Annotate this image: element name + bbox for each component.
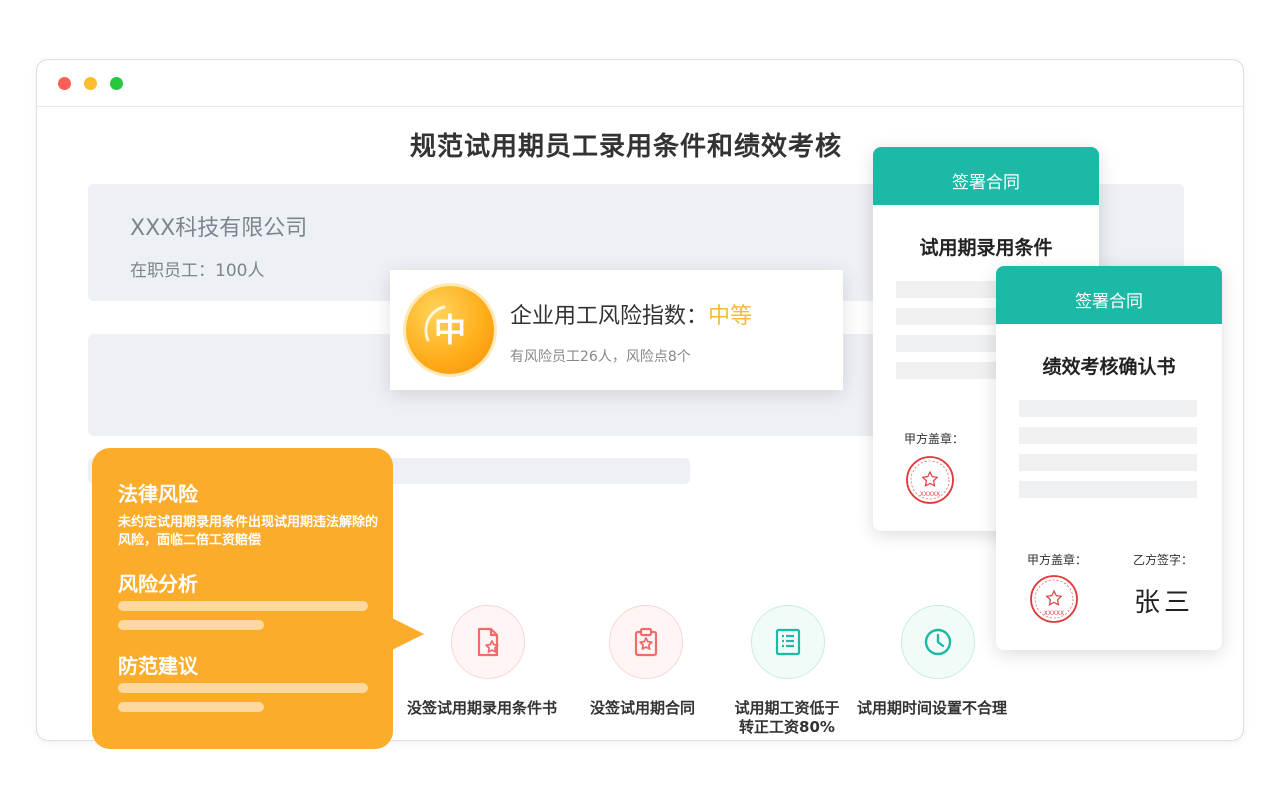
party-a-seal-label: 甲方盖章： <box>904 432 965 446</box>
seal-text: XXXXX <box>920 491 941 498</box>
window-titlebar <box>37 60 1243 107</box>
risk-index-label-text: 企业用工风险指数： <box>510 304 709 329</box>
placeholder-line <box>1019 481 1197 498</box>
placeholder-line <box>118 601 368 611</box>
risk-badge-text: 中 <box>433 311 466 349</box>
risk-analysis-title: 风险分析 <box>118 572 198 596</box>
placeholder-line <box>118 620 264 630</box>
company-seal-icon: XXXXX <box>1030 575 1078 623</box>
close-window-button[interactable] <box>58 77 71 90</box>
risk-detail-panel: 法律风险 未约定试用期录用条件出现试用期违法解除的风险，面临二倍工资赔偿 风险分… <box>92 448 393 749</box>
risk-item-icon-circle <box>901 605 975 679</box>
sign-contract-header: 签署合同 <box>873 147 1099 205</box>
placeholder-line <box>1019 454 1197 471</box>
legal-risk-description: 未约定试用期录用条件出现试用期违法解除的风险，面临二倍工资赔偿 <box>118 515 379 548</box>
staff-count: 在职员工：100人 <box>130 261 265 281</box>
risk-index-label: 企业用工风险指数：中等 <box>510 298 752 330</box>
maximize-window-button[interactable] <box>110 77 123 90</box>
panel-pointer <box>388 616 424 652</box>
risk-item-icon-circle <box>751 605 825 679</box>
risk-item-label: 没签试用期合同 <box>590 699 696 717</box>
seal-text: XXXXX <box>1044 610 1065 617</box>
party-b-signature-label: 乙方签字： <box>1133 553 1194 567</box>
placeholder-line <box>1019 427 1197 444</box>
contract-title: 试用期录用条件 <box>919 237 1053 259</box>
minimize-window-button[interactable] <box>84 77 97 90</box>
legal-risk-title: 法律风险 <box>118 482 198 506</box>
company-seal-icon: XXXXX <box>906 456 954 504</box>
contract-title: 绩效考核确认书 <box>1042 356 1176 378</box>
party-a-seal-label: 甲方盖章： <box>1027 553 1088 567</box>
contract-card-performance-confirmation[interactable]: 签署合同 绩效考核确认书 甲方盖章： 乙方签字： XXXXX 张三 <box>996 266 1222 650</box>
risk-item-label: 试用期工资低于 转正工资80% <box>734 699 840 736</box>
document-star-icon <box>477 627 499 657</box>
placeholder-line <box>118 702 264 712</box>
risk-item-label: 没签试用期录用条件书 <box>407 699 558 717</box>
sign-contract-header: 签署合同 <box>996 266 1222 324</box>
risk-item-icon-circle <box>609 605 683 679</box>
risk-item-label: 试用期时间设置不合理 <box>857 699 1008 717</box>
clipboard-star-icon <box>634 627 658 657</box>
placeholder-line <box>118 683 368 693</box>
party-b-signature: 张三 <box>1134 588 1195 618</box>
risk-index-card[interactable]: 中 企业用工风险指数：中等 有风险员工26人，风险点8个 <box>390 270 843 390</box>
clock-icon <box>924 628 952 656</box>
risk-level-badge: 中 <box>406 286 494 374</box>
risk-item-icon-circle <box>451 605 525 679</box>
risk-index-level: 中等 <box>708 304 753 329</box>
risk-summary: 有风险员工26人，风险点8个 <box>510 349 691 365</box>
prevention-advice-title: 防范建议 <box>118 654 198 678</box>
placeholder-line <box>1019 400 1197 417</box>
company-name: XXX科技有限公司 <box>130 216 308 241</box>
list-document-icon <box>775 628 801 656</box>
